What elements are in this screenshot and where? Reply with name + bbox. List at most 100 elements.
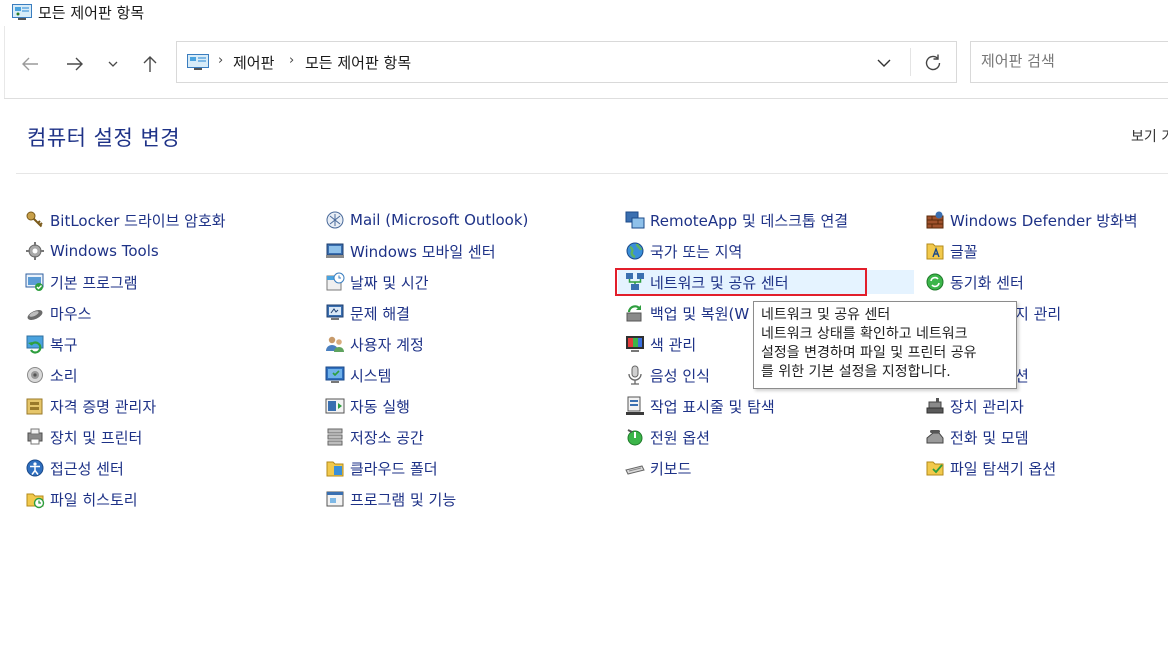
item-credential-manager[interactable]: 자격 증명 관리자 bbox=[25, 394, 156, 418]
item-color-management[interactable]: 색 관리 bbox=[625, 332, 696, 356]
item-taskbar-navigation[interactable]: 작업 표시줄 및 탐색 bbox=[625, 394, 775, 418]
control-panel-icon bbox=[12, 4, 32, 20]
item-cloud-folder[interactable]: 클라우드 폴더 bbox=[325, 456, 438, 480]
recovery-icon bbox=[25, 334, 45, 354]
view-by-label[interactable]: 보기 기 bbox=[1131, 126, 1168, 146]
item-power-options[interactable]: 전원 옵션 bbox=[625, 425, 710, 449]
mail-icon bbox=[325, 210, 345, 230]
chevron-down-icon bbox=[108, 61, 118, 67]
divider bbox=[4, 26, 5, 98]
arrow-right-icon bbox=[67, 57, 83, 71]
programs-features-icon bbox=[325, 489, 345, 509]
item-autoplay[interactable]: 자동 실행 bbox=[325, 394, 410, 418]
bitlocker-key-icon bbox=[25, 210, 45, 230]
phone-modem-icon bbox=[925, 427, 945, 447]
item-region[interactable]: 국가 또는 지역 bbox=[625, 239, 742, 263]
item-devices-printers[interactable]: 장치 및 프린터 bbox=[25, 425, 142, 449]
item-recovery[interactable]: 복구 bbox=[25, 332, 78, 356]
mouse-icon bbox=[25, 303, 45, 323]
item-sound[interactable]: 소리 bbox=[25, 363, 78, 387]
item-backup-restore[interactable]: 백업 및 복원(W bbox=[625, 301, 749, 325]
remoteapp-icon bbox=[625, 210, 645, 230]
file-history-icon bbox=[25, 489, 45, 509]
item-defender-firewall[interactable]: Windows Defender 방화벽 bbox=[925, 208, 1138, 232]
item-indexing-options-partial[interactable]: 지 관리 bbox=[1015, 301, 1061, 325]
divider bbox=[4, 98, 1168, 99]
tooltip-line: 설정을 변경하며 파일 및 프린터 공유 bbox=[761, 345, 977, 361]
arrow-up-icon bbox=[143, 56, 157, 72]
troubleshooting-icon bbox=[325, 303, 345, 323]
item-sync-center[interactable]: 동기화 센터 bbox=[925, 270, 1024, 294]
backup-restore-icon bbox=[625, 303, 645, 323]
item-partial-hidden[interactable]: 션 bbox=[1015, 363, 1029, 387]
item-system[interactable]: 시스템 bbox=[325, 363, 391, 387]
color-management-icon bbox=[625, 334, 645, 354]
control-panel-icon bbox=[187, 54, 209, 70]
device-manager-icon bbox=[925, 396, 945, 416]
page-title: 컴퓨터 설정 변경 bbox=[27, 126, 181, 150]
breadcrumb-control-panel[interactable]: 제어판 bbox=[233, 52, 274, 73]
item-device-manager[interactable]: 장치 관리자 bbox=[925, 394, 1024, 418]
windows-tools-icon bbox=[25, 241, 45, 261]
system-icon bbox=[325, 365, 345, 385]
item-default-programs[interactable]: 기본 프로그램 bbox=[25, 270, 138, 294]
fonts-icon bbox=[925, 241, 945, 261]
item-file-history[interactable]: 파일 히스토리 bbox=[25, 487, 138, 511]
tooltip: 네트워크 및 공유 센터 네트워크 상태를 확인하고 네트워크 설정을 변경하며… bbox=[753, 301, 1017, 389]
item-network-sharing-center[interactable]: 네트워크 및 공유 센터 bbox=[618, 270, 914, 294]
power-options-icon bbox=[625, 427, 645, 447]
item-phone-modem[interactable]: 전화 및 모뎀 bbox=[925, 425, 1029, 449]
speech-recognition-icon bbox=[625, 365, 645, 385]
item-mobility-center[interactable]: Windows 모바일 센터 bbox=[325, 239, 496, 263]
item-troubleshooting[interactable]: 문제 해결 bbox=[325, 301, 410, 325]
item-speech-recognition[interactable]: 음성 인식 bbox=[625, 363, 710, 387]
address-dropdown-icon[interactable] bbox=[875, 55, 893, 71]
recent-locations-button[interactable] bbox=[100, 50, 126, 78]
breadcrumb-separator: › bbox=[289, 53, 295, 68]
sync-center-icon bbox=[925, 272, 945, 292]
item-bitlocker[interactable]: BitLocker 드라이브 암호화 bbox=[25, 208, 226, 232]
address-bar[interactable]: › 제어판 › 모든 제어판 항목 bbox=[176, 41, 957, 83]
item-programs-features[interactable]: 프로그램 및 기능 bbox=[325, 487, 456, 511]
cloud-folder-icon bbox=[325, 458, 345, 478]
file-explorer-options-icon bbox=[925, 458, 945, 478]
ease-of-access-icon bbox=[25, 458, 45, 478]
title-bar: 모든 제어판 항목 bbox=[0, 0, 1168, 26]
item-fonts[interactable]: 글꼴 bbox=[925, 239, 978, 263]
firewall-icon bbox=[925, 210, 945, 230]
date-time-icon bbox=[325, 272, 345, 292]
region-icon bbox=[625, 241, 645, 261]
item-ease-of-access[interactable]: 접근성 센터 bbox=[25, 456, 124, 480]
forward-button[interactable] bbox=[61, 50, 89, 78]
default-programs-icon bbox=[25, 272, 45, 292]
sound-icon bbox=[25, 365, 45, 385]
item-keyboard[interactable]: 키보드 bbox=[625, 456, 691, 480]
item-file-explorer-options[interactable]: 파일 탐색기 옵션 bbox=[925, 456, 1056, 480]
tooltip-title: 네트워크 및 공유 센터 bbox=[761, 307, 891, 323]
window-title: 모든 제어판 항목 bbox=[38, 4, 145, 22]
item-date-time[interactable]: 날짜 및 시간 bbox=[325, 270, 429, 294]
credential-manager-icon bbox=[25, 396, 45, 416]
item-windows-tools[interactable]: Windows Tools bbox=[25, 239, 159, 263]
search-input[interactable] bbox=[981, 52, 1161, 70]
up-button[interactable] bbox=[136, 50, 164, 78]
item-user-accounts[interactable]: 사용자 계정 bbox=[325, 332, 424, 356]
back-button[interactable] bbox=[16, 50, 44, 78]
item-mail[interactable]: Mail (Microsoft Outlook) bbox=[325, 208, 528, 232]
item-storage-spaces[interactable]: 저장소 공간 bbox=[325, 425, 424, 449]
divider bbox=[16, 173, 1168, 174]
breadcrumb-all-items[interactable]: 모든 제어판 항목 bbox=[305, 52, 411, 73]
devices-printers-icon bbox=[25, 427, 45, 447]
divider bbox=[910, 48, 911, 76]
user-accounts-icon bbox=[325, 334, 345, 354]
refresh-icon[interactable] bbox=[922, 52, 944, 74]
tooltip-line: 네트워크 상태를 확인하고 네트워크 bbox=[761, 326, 968, 342]
search-box[interactable] bbox=[970, 41, 1168, 83]
taskbar-navigation-icon bbox=[625, 396, 645, 416]
item-mouse[interactable]: 마우스 bbox=[25, 301, 91, 325]
tooltip-line: 를 위한 기본 설정을 지정합니다. bbox=[761, 364, 951, 380]
item-remoteapp[interactable]: RemoteApp 및 데스크톱 연결 bbox=[625, 208, 848, 232]
autoplay-icon bbox=[325, 396, 345, 416]
network-sharing-icon bbox=[625, 272, 645, 292]
mobility-center-icon bbox=[325, 241, 345, 261]
